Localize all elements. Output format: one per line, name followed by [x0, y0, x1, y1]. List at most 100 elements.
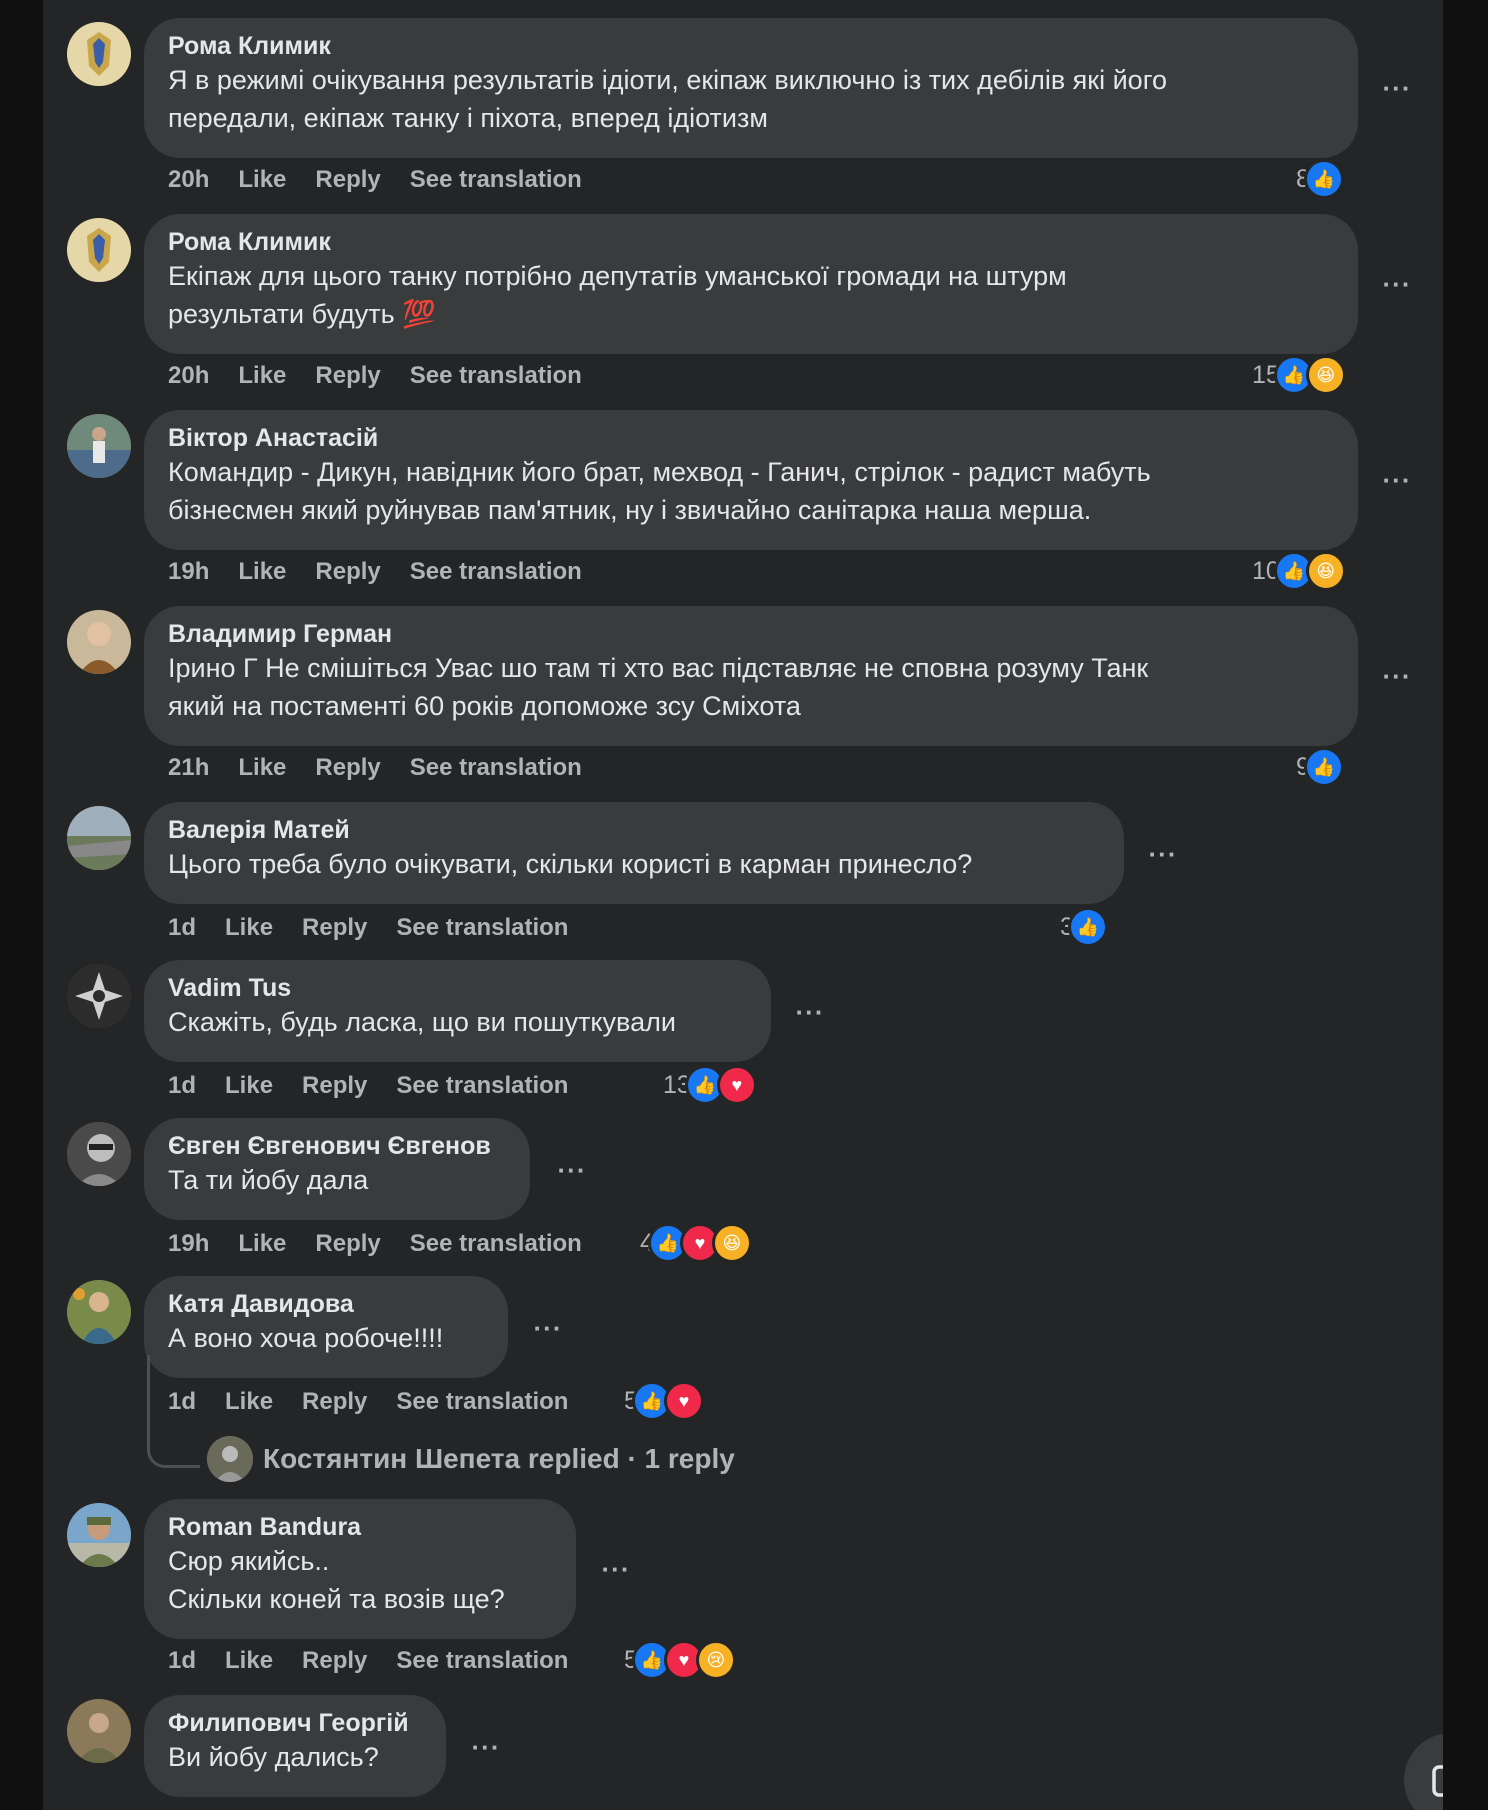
comment-time[interactable]: 19h [168, 1229, 209, 1259]
comment-time[interactable]: 1d [168, 913, 196, 943]
avatar[interactable] [67, 1280, 131, 1344]
like-button[interactable]: Like [238, 361, 286, 391]
see-translation-button[interactable]: See translation [410, 557, 582, 587]
reaction-summary[interactable]: 8 👍 [1296, 159, 1344, 199]
avatar[interactable] [67, 1699, 131, 1763]
avatar[interactable] [67, 22, 131, 86]
reply-button[interactable]: Reply [302, 913, 367, 943]
more-options-icon[interactable]: ··· [790, 999, 830, 1025]
comment-time[interactable]: 20h [168, 165, 209, 195]
reaction-summary[interactable]: 5 👍 ♥ [624, 1381, 704, 1421]
reaction-summary[interactable]: 10 👍 😆 [1252, 551, 1346, 591]
comment-text: Командир - Дикун, навідник його брат, ме… [168, 457, 1151, 525]
comment-author[interactable]: Филипович Георгій [168, 1708, 422, 1738]
comment-bubble: Рома Климик Я в режимі очікування резуль… [144, 18, 1358, 158]
comment-bubble: Євген Євгенович Євгенов Та ти йобу дала [144, 1118, 530, 1220]
reaction-summary[interactable]: 5 👍 ♥ 😢 [624, 1640, 736, 1680]
see-translation-button[interactable]: See translation [396, 1646, 568, 1676]
avatar[interactable] [67, 610, 131, 674]
reaction-summary[interactable]: 4 👍 ♥ 😆 [640, 1223, 752, 1263]
reaction-summary[interactable]: 13 👍 ♥ [663, 1065, 757, 1105]
reply-button[interactable]: Reply [315, 557, 380, 587]
comments-feed: Рома Климик Я в режимі очікування резуль… [43, 0, 1443, 1810]
more-options-icon[interactable]: ··· [1377, 467, 1417, 493]
comment-bubble: Віктор Анастасій Командир - Дикун, навід… [144, 410, 1358, 550]
replies-summary-text: Костянтин Шепета replied · 1 reply [263, 1443, 735, 1474]
comment-time[interactable]: 1d [168, 1071, 196, 1101]
comment-text: Та ти йобу дала [168, 1165, 369, 1195]
more-options-icon[interactable]: ··· [466, 1734, 506, 1760]
love-reaction-icon: ♥ [716, 1065, 757, 1105]
comment-author[interactable]: Євген Євгенович Євгенов [168, 1131, 506, 1161]
comment-bubble: Рома Климик Екіпаж для цього танку потрі… [144, 214, 1358, 354]
comment-time[interactable]: 21h [168, 753, 209, 783]
avatar[interactable] [67, 218, 131, 282]
comment-time[interactable]: 20h [168, 361, 209, 391]
comment-actions: 20h Like Reply See translation [168, 361, 611, 391]
reply-button[interactable]: Reply [302, 1071, 367, 1101]
see-translation-button[interactable]: See translation [396, 1387, 568, 1417]
reply-button[interactable]: Reply [315, 165, 380, 195]
like-button[interactable]: Like [225, 1646, 273, 1676]
more-options-icon[interactable]: ··· [1143, 841, 1183, 867]
reply-button[interactable]: Reply [315, 1229, 380, 1259]
more-options-icon[interactable]: ··· [596, 1556, 636, 1582]
like-button[interactable]: Like [238, 165, 286, 195]
like-button[interactable]: Like [225, 1387, 273, 1417]
comment-author[interactable]: Roman Bandura [168, 1512, 552, 1542]
like-reaction-icon: 👍 [1303, 159, 1344, 199]
reply-thread-line [147, 1355, 200, 1468]
comment-actions: 1d Like Reply See translation [168, 1071, 597, 1101]
comment-time[interactable]: 19h [168, 557, 209, 587]
see-translation-button[interactable]: See translation [410, 361, 582, 391]
haha-reaction-icon: 😆 [711, 1223, 752, 1263]
like-button[interactable]: Like [238, 1229, 286, 1259]
see-translation-button[interactable]: See translation [410, 753, 582, 783]
avatar[interactable] [67, 1122, 131, 1186]
reply-button[interactable]: Reply [302, 1646, 367, 1676]
comment-bubble: Владимир Герман Ірино Г Не смішіться Ува… [144, 606, 1358, 746]
more-options-icon[interactable]: ··· [1377, 663, 1417, 689]
comment-text: Скажіть, будь ласка, що ви пошуткували [168, 1007, 676, 1037]
comment-author[interactable]: Катя Давидова [168, 1289, 484, 1319]
comment-author[interactable]: Рома Климик [168, 227, 1334, 257]
edit-icon [1432, 1765, 1443, 1797]
comment-text: Цього треба було очікувати, скільки кори… [168, 849, 973, 879]
reply-button[interactable]: Reply [315, 753, 380, 783]
compose-button[interactable] [1404, 1733, 1443, 1810]
see-translation-button[interactable]: See translation [410, 165, 582, 195]
reply-button[interactable]: Reply [302, 1387, 367, 1417]
like-button[interactable]: Like [238, 753, 286, 783]
like-button[interactable]: Like [225, 1071, 273, 1101]
avatar[interactable] [67, 414, 131, 478]
see-translation-button[interactable]: See translation [396, 913, 568, 943]
comment-author[interactable]: Рома Климик [168, 31, 1334, 61]
comment-author[interactable]: Віктор Анастасій [168, 423, 1334, 453]
see-translation-button[interactable]: See translation [410, 1229, 582, 1259]
haha-reaction-icon: 😆 [1305, 355, 1346, 395]
comment-bubble: Vadim Tus Скажіть, будь ласка, що ви пош… [144, 960, 771, 1062]
avatar[interactable] [67, 806, 131, 870]
avatar[interactable] [67, 964, 131, 1028]
like-button[interactable]: Like [225, 913, 273, 943]
like-reaction-icon: 👍 [1303, 747, 1344, 787]
reaction-summary[interactable]: 15 👍 😆 [1252, 355, 1346, 395]
reply-button[interactable]: Reply [315, 361, 380, 391]
more-options-icon[interactable]: ··· [528, 1315, 568, 1341]
avatar[interactable] [67, 1503, 131, 1567]
comment-author[interactable]: Vadim Tus [168, 973, 747, 1003]
reaction-summary[interactable]: 9 👍 [1296, 747, 1344, 787]
reaction-summary[interactable]: 3 👍 [1060, 907, 1108, 947]
comment-text: Я в режимі очікування результатів ідіоти… [168, 65, 1167, 133]
comment-author[interactable]: Валерія Матей [168, 815, 1100, 845]
see-translation-button[interactable]: See translation [396, 1071, 568, 1101]
comment-author[interactable]: Владимир Герман [168, 619, 1334, 649]
like-button[interactable]: Like [238, 557, 286, 587]
comment-time[interactable]: 1d [168, 1646, 196, 1676]
comment-actions: 1d Like Reply See translation [168, 1387, 597, 1417]
more-options-icon[interactable]: ··· [1377, 271, 1417, 297]
more-options-icon[interactable]: ··· [1377, 75, 1417, 101]
view-replies-link[interactable]: Костянтин Шепета replied · 1 reply [207, 1435, 735, 1483]
sad-reaction-icon: 😢 [695, 1640, 736, 1680]
more-options-icon[interactable]: ··· [552, 1157, 592, 1183]
